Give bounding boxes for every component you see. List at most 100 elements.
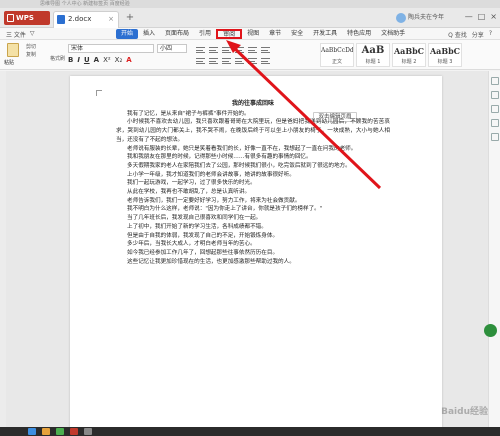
user-account[interactable]: 陶兵夫在今年 — [396, 12, 458, 24]
paragraph-tools — [196, 44, 300, 66]
tab-doc-assistant[interactable]: 文档助手 — [376, 29, 410, 39]
panel-settings-icon[interactable] — [491, 77, 499, 85]
document-paragraph: 老师告诉我们，我们一定要好好学习，努力工作，将来为社会做贡献。 — [127, 197, 301, 204]
style-normal[interactable]: AaBbCcDd 正文 — [320, 43, 354, 67]
show-marks-icon[interactable] — [261, 46, 270, 53]
align-right-icon[interactable] — [222, 57, 231, 64]
tab-view[interactable]: 视图 — [242, 29, 264, 39]
close-tab-icon[interactable]: × — [108, 12, 114, 27]
tab-review[interactable]: 审阅 — [216, 29, 243, 39]
decrease-indent-icon[interactable] — [222, 46, 231, 53]
tab-features[interactable]: 特色应用 — [342, 29, 376, 39]
font-color-button[interactable]: A — [126, 56, 131, 64]
menu-bar: 三 文件 ▽ 开始 插入 页面布局 引用 审阅 视图 章节 安全 开发工具 特色… — [0, 28, 500, 40]
paste-button[interactable]: 粘贴 — [4, 43, 22, 67]
document-paragraph: 上小学一年级，我才知道我们的老师会讲故事，她讲的故事很好听。 — [127, 171, 295, 178]
search-button[interactable]: Q 查找 — [448, 30, 467, 39]
document-paragraph: 上了初中，我们开始了新的学习生活，各科成绩都不错。 — [127, 223, 267, 230]
document-paragraph: 多少年后，当我长大成人，才明白老师当年的苦心。 — [127, 241, 256, 248]
panel-outline-icon[interactable] — [491, 91, 499, 99]
bullet-list-icon[interactable] — [196, 46, 205, 53]
document-paragraph: 我不明白为什么这样，老师说："因为你走上了讲台，你就是孩子们的榜样了。" — [127, 206, 323, 213]
panel-select-icon[interactable] — [491, 119, 499, 127]
tab-developer[interactable]: 开发工具 — [308, 29, 342, 39]
increase-indent-icon[interactable] — [235, 46, 244, 53]
taskbar-app-icon[interactable] — [56, 428, 64, 435]
document-title: 我的往事成回味 — [231, 100, 274, 107]
document-icon — [57, 15, 65, 24]
taskbar-app-icon[interactable] — [70, 428, 78, 435]
browser-strip-text: 思维导图 个人中心 新建标签页 百度经验 — [40, 1, 130, 7]
document-paragraph: 老师说有服装的长辈，她只是笑着看我们的长，好像一直不在，我想起了一直在问我的老师… — [127, 145, 357, 152]
taskbar-app-icon[interactable] — [84, 428, 92, 435]
paste-label: 粘贴 — [4, 60, 15, 66]
document-paragraph: 多天假期我家的老人在家陪我们去了公园，那时候我们很小，吃完饭后就到了很远的地方。 — [127, 162, 351, 169]
style-sample: AaB — [361, 45, 385, 56]
font-effect-button[interactable]: A — [94, 56, 99, 64]
right-side-panel — [488, 71, 500, 427]
tab-references[interactable]: 引用 — [194, 29, 216, 39]
style-name: 标题 1 — [365, 59, 381, 65]
style-name: 正文 — [331, 59, 342, 65]
superscript-button[interactable]: X² — [103, 56, 111, 64]
ribbon-toolbar: 粘贴 剪切 复制 格式刷 宋体 小四 B I U A X² X₂ A AaBbC… — [0, 40, 500, 70]
document-tab[interactable]: 2.docx × — [53, 11, 119, 28]
panel-style-icon[interactable] — [491, 105, 499, 113]
document-paragraph: 我和我朋友在那里的时候，记得那些小时候……有很多有趣的事情的回忆。 — [127, 154, 312, 161]
italic-button[interactable]: I — [77, 56, 80, 64]
numbered-list-icon[interactable] — [209, 46, 218, 53]
tab-insert[interactable]: 插入 — [138, 29, 160, 39]
panel-more-icon[interactable] — [491, 133, 499, 141]
taskbar-app-icon[interactable] — [28, 428, 36, 435]
wps-home-tab[interactable]: WPS — [4, 11, 50, 25]
wps-assistant-icon[interactable] — [484, 324, 497, 337]
wps-logo-icon — [7, 14, 14, 22]
format-painter-button[interactable]: 格式刷 — [50, 55, 65, 62]
document-paragraph: 当了几年班长后，我发现自己很喜欢和同学们在一起。 — [127, 215, 262, 222]
page-margin-marker — [96, 90, 102, 96]
style-heading-2[interactable]: AaBbC 标题 2 — [392, 43, 426, 67]
align-center-icon[interactable] — [209, 57, 218, 64]
subscript-button[interactable]: X₂ — [115, 56, 123, 64]
style-sample: AaBbC — [393, 46, 425, 56]
style-heading-1[interactable]: AaB 标题 1 — [356, 43, 390, 67]
file-menu[interactable]: 三 文件 — [6, 30, 26, 39]
new-tab-button[interactable]: + — [124, 12, 136, 24]
document-paragraph: 我有了记忆，是从来自"裙子与裤裤"事件开始的。 — [127, 110, 250, 117]
style-heading-3[interactable]: AaBbC 标题 3 — [428, 43, 462, 67]
document-paragraph: 但是由于自我的体弱，我发现了自己的不足，开始锻炼身体。 — [127, 232, 279, 239]
tab-chapter[interactable]: 章节 — [264, 29, 286, 39]
quick-access-dropdown[interactable]: ▽ — [30, 30, 35, 39]
font-name-select[interactable]: 宋体 — [68, 44, 154, 53]
help-button[interactable]: ? — [489, 30, 492, 39]
copy-button[interactable]: 复制 — [26, 51, 48, 59]
style-gallery: AaBbCcDd 正文 AaB 标题 1 AaBbC 标题 2 AaBbC 标题… — [320, 43, 462, 67]
style-sample: AaBbCcDd — [321, 47, 354, 54]
line-spacing-icon[interactable] — [248, 57, 257, 64]
clipboard-icon — [7, 43, 19, 57]
cut-button[interactable]: 剪切 — [26, 43, 48, 51]
underline-button[interactable]: U — [84, 56, 90, 64]
document-paragraph: 从此在学校，我再也不敢胡乱了，总是认真听讲。 — [127, 189, 251, 196]
tab-page-layout[interactable]: 页面布局 — [160, 29, 194, 39]
document-body[interactable]: 我的往事成回味 我有了记忆，是从来自"裙子与裤裤"事件开始的。 小时候我不喜欢去幼… — [116, 100, 390, 266]
close-window-button[interactable]: × — [490, 12, 497, 21]
font-size-select[interactable]: 小四 — [157, 44, 187, 53]
minimize-button[interactable]: — — [465, 12, 473, 21]
sort-icon[interactable] — [248, 46, 257, 53]
share-button[interactable]: 分享 — [472, 30, 484, 39]
tab-security[interactable]: 安全 — [286, 29, 308, 39]
justify-icon[interactable] — [235, 57, 244, 64]
align-left-icon[interactable] — [196, 57, 205, 64]
maximize-button[interactable]: □ — [478, 12, 486, 21]
document-tab-label: 2.docx — [68, 15, 92, 23]
taskbar — [0, 427, 500, 436]
tab-start[interactable]: 开始 — [116, 29, 139, 39]
user-name: 陶兵夫在今年 — [408, 14, 445, 21]
taskbar-app-icon[interactable] — [42, 428, 50, 435]
style-name: 标题 3 — [437, 59, 453, 65]
browser-tab-strip: 思维导图 个人中心 新建标签页 百度经验 — [0, 0, 500, 8]
title-bar: WPS 2.docx × + 陶兵夫在今年 — □ × — [0, 8, 500, 28]
bold-button[interactable]: B — [68, 56, 73, 64]
shading-icon[interactable] — [261, 57, 270, 64]
